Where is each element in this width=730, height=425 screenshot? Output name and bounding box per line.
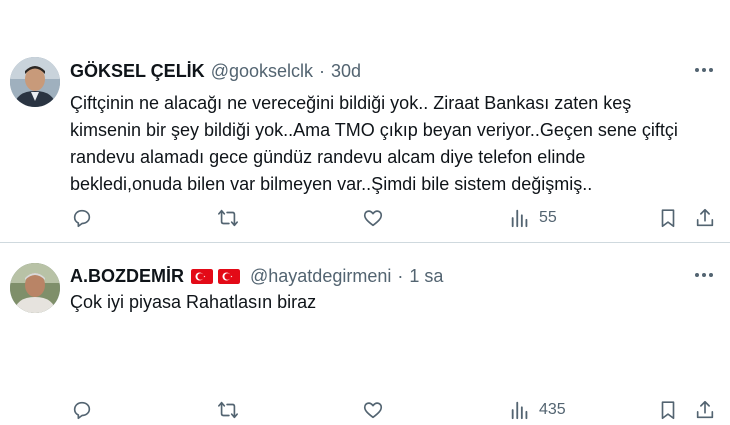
like-button[interactable]	[362, 395, 384, 425]
tweet-header: GÖKSEL ÇELİK @gookselclk · 30d	[70, 58, 361, 84]
reply-button[interactable]	[71, 203, 93, 233]
avatar[interactable]	[10, 57, 60, 107]
tweet[interactable]: GÖKSEL ÇELİK @gookselclk · 30d Çiftçinin…	[0, 0, 730, 243]
like-icon	[363, 402, 383, 419]
author-handle[interactable]: @hayatdegirmeni	[250, 266, 391, 287]
views-button[interactable]: 55	[509, 203, 557, 233]
tweet-text-line: kimsenin bir şey bildiği yok..Ama TMO çı…	[70, 120, 678, 140]
separator-dot: ·	[397, 265, 404, 286]
separator-dot: ·	[319, 60, 326, 81]
retweet-button[interactable]	[217, 395, 239, 425]
timestamp[interactable]: 1 sa	[409, 266, 443, 287]
views-button[interactable]: 435	[509, 395, 566, 425]
views-count: 435	[539, 401, 566, 418]
views-icon	[511, 209, 528, 228]
views-icon	[511, 401, 528, 420]
retweet-button[interactable]	[217, 203, 239, 233]
tweet-header: A.BOZDEMİR @hayatdegirmeni · 1 sa	[70, 263, 443, 289]
tweet-text: Çok iyi piyasa Rahatlasın biraz	[70, 289, 700, 316]
more-icon[interactable]	[692, 58, 716, 82]
action-bar: 435	[0, 395, 730, 425]
turkey-flag-icon	[218, 268, 240, 284]
author-name[interactable]: A.BOZDEMİR	[70, 266, 184, 287]
author-handle[interactable]: @gookselclk	[211, 61, 313, 82]
reply-icon	[73, 209, 91, 228]
tweet-text-line: randevu alamadı gece gündüz randevu alca…	[70, 147, 586, 167]
timestamp[interactable]: 30d	[331, 61, 361, 82]
avatar-photo	[10, 57, 60, 107]
bookmark-icon	[661, 401, 675, 420]
reply-button[interactable]	[71, 395, 93, 425]
bookmark-button[interactable]	[657, 203, 679, 233]
bookmark-icon	[661, 209, 675, 228]
views-count: 55	[539, 209, 557, 226]
like-icon	[363, 210, 383, 227]
tweet-text-line: Çok iyi piyasa Rahatlasın biraz	[70, 292, 317, 312]
turkey-flag-icon	[191, 268, 213, 284]
avatar[interactable]	[10, 263, 60, 313]
tweet-text-line: Çiftçinin ne alacağı ne vereceğini bildi…	[70, 93, 632, 113]
tweet-text: Çiftçinin ne alacağı ne vereceğini bildi…	[70, 90, 700, 198]
author-name[interactable]: GÖKSEL ÇELİK	[70, 61, 205, 82]
tweet-text-line: bekledi,onuda bilen var bilmeyen var..Şi…	[70, 174, 593, 194]
share-button[interactable]	[694, 203, 716, 233]
share-button[interactable]	[694, 395, 716, 425]
reply-icon	[73, 401, 91, 420]
share-icon	[696, 208, 714, 227]
flag-emojis	[186, 268, 240, 284]
action-bar: 55	[0, 203, 730, 233]
tweet[interactable]: A.BOZDEMİR @hayatdegirmeni · 1 sa Çok iy…	[0, 243, 730, 420]
share-icon	[696, 400, 714, 419]
bookmark-button[interactable]	[657, 395, 679, 425]
retweet-icon	[218, 209, 238, 227]
more-icon[interactable]	[692, 263, 716, 287]
retweet-icon	[218, 401, 238, 419]
avatar-photo	[10, 263, 60, 313]
like-button[interactable]	[362, 203, 384, 233]
